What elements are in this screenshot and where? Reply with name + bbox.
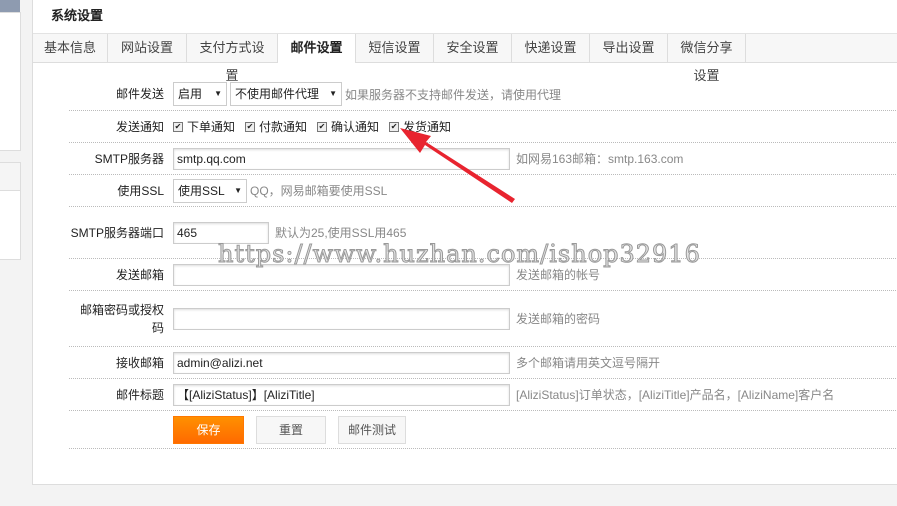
label: 使用SSL [117, 183, 164, 198]
hint: 如网易163邮箱：smtp.163.com [516, 152, 684, 166]
tab-security[interactable]: 安全设置 [434, 34, 512, 62]
text: 付款通知 [259, 120, 308, 134]
label: 邮件标题 [115, 387, 164, 402]
subject-input[interactable]: 【[AliziStatus]】[AliziTitle] [173, 383, 510, 406]
hint: [AliziStatus]订单状态，[AliziTitle]产品名，[Alizi… [516, 388, 835, 402]
ssl-select[interactable]: 使用SSL ▼ [173, 178, 247, 203]
hint: QQ，网易邮箱要使用SSL [250, 184, 388, 198]
row-receiver: 接收邮箱 admin@alizi.net 多个邮箱请用英文逗号隔开 [69, 347, 897, 379]
checkbox-shipped[interactable]: ✔ 发货通知 [389, 118, 451, 135]
value: 使用SSL [178, 183, 225, 198]
tab-payment[interactable]: 支付方式设置 [187, 34, 278, 83]
mail-status-select[interactable]: 启用 ▼ [173, 82, 227, 106]
tab-email[interactable]: 邮件设置 [278, 34, 356, 63]
label: 接收邮箱 [115, 355, 164, 370]
tab-wechat-share[interactable]: 微信分享设置 [668, 34, 746, 83]
tab-export[interactable]: 导出设置 [590, 34, 668, 62]
tab-basic-info[interactable]: 基本信息 [33, 34, 108, 62]
tab-express[interactable]: 快递设置 [512, 34, 590, 62]
row-sender: 发送邮箱 发送邮箱的帐号 [69, 259, 897, 291]
value: 启用 [178, 87, 203, 101]
text: 确认通知 [331, 120, 380, 134]
tab-sms[interactable]: 短信设置 [356, 34, 434, 62]
chevron-down-icon: ▼ [234, 185, 242, 195]
tab-bar: 基本信息 网站设置 支付方式设置 邮件设置 短信设置 安全设置 快递设置 导出设… [33, 33, 897, 83]
hint: 发送邮箱的密码 [516, 312, 601, 326]
settings-panel: 系统设置 基本信息 网站设置 支付方式设置 邮件设置 短信设置 安全设置 快递设… [32, 0, 897, 485]
mail-test-button[interactable]: 邮件测试 [338, 415, 406, 444]
smtp-server-input[interactable]: smtp.qq.com [173, 147, 510, 170]
label: 发送通知 [115, 119, 164, 134]
row-smtp-server: SMTP服务器 smtp.qq.com 如网易163邮箱：smtp.163.co… [69, 143, 897, 175]
label: 邮件发送 [115, 87, 164, 101]
row-ssl: 使用SSL 使用SSL ▼ QQ，网易邮箱要使用SSL [69, 175, 897, 207]
row-password: 邮箱密码或授权码 发送邮箱的密码 [69, 291, 897, 347]
label: SMTP服务器端口 [70, 225, 164, 240]
password-input[interactable] [173, 307, 510, 330]
checkbox-confirm[interactable]: ✔ 确认通知 [317, 118, 379, 135]
left-panel-box [0, 12, 21, 151]
hint: 发送邮箱的帐号 [516, 268, 601, 282]
row-mail-send: 邮件发送 启用 ▼ 不使用邮件代理 ▼ 如果服务器不支持邮件发送，请使用代理 [69, 78, 897, 111]
row-actions: 保存 重置 邮件测试 [69, 411, 897, 449]
chevron-down-icon: ▼ [329, 89, 337, 98]
left-panel-box-header [0, 162, 21, 191]
hint: 如果服务器不支持邮件发送，请使用代理 [345, 87, 562, 102]
tab-website[interactable]: 网站设置 [108, 34, 187, 62]
label: 邮箱密码或授权码 [79, 302, 164, 335]
save-button[interactable]: 保存 [173, 415, 244, 444]
hint: 多个邮箱请用英文逗号隔开 [516, 356, 661, 370]
check-icon: ✔ [317, 121, 328, 132]
check-icon: ✔ [389, 121, 400, 132]
row-notify: 发送通知 ✔ 下单通知 ✔ 付款通知 ✔ 确认通知 ✔ 发货通知 [69, 111, 897, 143]
row-subject: 邮件标题 【[AliziStatus]】[AliziTitle] [AliziS… [69, 379, 897, 411]
chevron-down-icon: ▼ [214, 89, 222, 98]
receiver-email-input[interactable]: admin@alizi.net [173, 351, 510, 374]
text: 下单通知 [187, 120, 236, 134]
checkbox-order[interactable]: ✔ 下单通知 [173, 118, 235, 135]
checkbox-payment[interactable]: ✔ 付款通知 [245, 118, 307, 135]
check-icon: ✔ [173, 121, 183, 132]
hint: 默认为25,使用SSL用465 [275, 226, 407, 240]
sender-email-input[interactable] [173, 263, 510, 286]
value: 不使用邮件代理 [235, 87, 320, 101]
smtp-port-input[interactable]: 465 [173, 221, 269, 244]
text: 发货通知 [403, 120, 452, 134]
check-icon: ✔ [245, 121, 256, 132]
reset-button[interactable]: 重置 [256, 415, 326, 444]
left-panel-box [0, 190, 21, 260]
page-title: 系统设置 [51, 8, 104, 23]
label: SMTP服务器 [94, 151, 164, 166]
row-smtp-port: SMTP服务器端口 465 默认为25,使用SSL用465 [69, 207, 897, 259]
label: 发送邮箱 [115, 267, 164, 282]
mail-proxy-select[interactable]: 不使用邮件代理 ▼ [230, 82, 342, 106]
left-panel-top [0, 0, 20, 12]
